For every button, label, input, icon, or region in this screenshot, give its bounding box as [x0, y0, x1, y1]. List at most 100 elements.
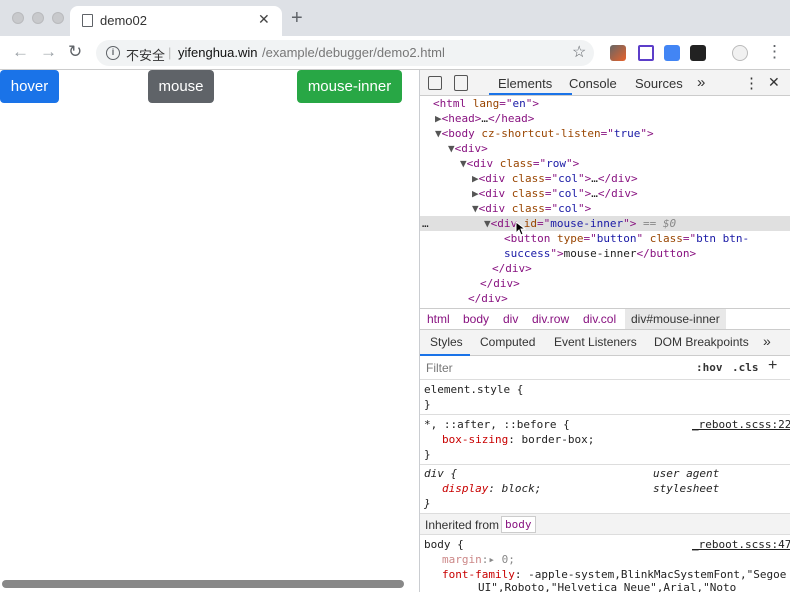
rule-source-link[interactable]: _reboot.scss:22 — [692, 417, 790, 432]
breadcrumb-div-mouse-inner[interactable]: div#mouse-inner — [625, 309, 726, 329]
star-icon[interactable]: ☆ — [572, 42, 586, 62]
tree-row-div-col-3[interactable]: ▼<div class="col"> — [420, 201, 790, 216]
tab-title: demo02 — [100, 13, 147, 28]
devtools-close-icon[interactable]: ✕ — [768, 74, 780, 91]
horizontal-scrollbar[interactable] — [2, 580, 404, 588]
rule-selector[interactable]: element.style { — [424, 382, 790, 397]
expand-arrow-icon[interactable]: ▶ — [472, 172, 479, 185]
extension-translate-icon[interactable] — [664, 45, 680, 61]
inspect-icon[interactable] — [428, 76, 442, 90]
punct: =" — [499, 97, 513, 110]
punct: =" — [682, 232, 697, 245]
attr-name: class — [499, 157, 533, 170]
forward-icon[interactable]: → — [40, 42, 57, 62]
tree-row-button[interactable]: <button type="button" class="btn btn- — [420, 231, 790, 246]
row-menu-icon[interactable]: … — [422, 216, 484, 231]
rule-property[interactable]: box-sizing: border-box; — [442, 432, 790, 447]
rule-close: } — [424, 497, 431, 510]
info-icon[interactable]: i — [106, 46, 120, 60]
property-value[interactable]: :▸ 0; — [482, 553, 515, 566]
rule-source-link[interactable]: _reboot.scss:47 — [692, 537, 790, 552]
property-name[interactable]: margin — [442, 553, 482, 566]
avatar[interactable] — [732, 45, 748, 61]
tab-elements[interactable]: Elements — [498, 76, 552, 91]
property-value-cont[interactable]: UI",Roboto,"Helvetica Neue",Arial,"Noto — [478, 580, 790, 592]
tree-row-div-col-1[interactable]: ▶<div class="col">…</div> — [420, 171, 790, 186]
attr-value: col — [558, 187, 578, 200]
rule-property[interactable]: margin:▸ 0; — [442, 552, 790, 567]
tab-sources[interactable]: Sources — [635, 76, 683, 91]
tab-console[interactable]: Console — [569, 76, 617, 91]
attr-name: type — [556, 232, 584, 245]
property-value[interactable]: : border-box; — [508, 433, 594, 446]
back-icon[interactable]: ← — [12, 42, 29, 62]
close-window-button[interactable] — [12, 12, 24, 24]
tab-computed[interactable]: Computed — [480, 335, 535, 349]
browser-tab[interactable]: demo02 ✕ — [70, 6, 282, 36]
mouse-button[interactable]: mouse — [148, 70, 214, 103]
tree-row-div-col-2[interactable]: ▶<div class="col">…</div> — [420, 186, 790, 201]
page-viewport: hover mouse mouse-inner — [0, 70, 419, 592]
rule-divider — [420, 414, 790, 415]
menu-icon[interactable]: ⋮ — [766, 42, 783, 62]
tree-row-button-cont[interactable]: success">mouse-inner</button> — [420, 246, 790, 261]
cls-toggle[interactable]: .cls — [732, 361, 759, 374]
tree-row-div-row[interactable]: ▼<div class="row"> — [420, 156, 790, 171]
breadcrumb-div-row[interactable]: div.row — [532, 312, 569, 326]
extension-dark-icon[interactable] — [690, 45, 706, 61]
tab-styles[interactable]: Styles — [430, 335, 463, 349]
ellipsis: … — [591, 187, 598, 200]
tree-row-head[interactable]: ▶<head>…</head> — [420, 111, 790, 126]
attr-name: class — [511, 187, 545, 200]
tree-row-close-div[interactable]: </div> — [420, 276, 790, 291]
expand-arrow-icon[interactable]: ▶ — [472, 187, 479, 200]
devtools-menu-icon[interactable]: ⋮ — [744, 74, 759, 92]
property-name[interactable]: box-sizing — [442, 433, 508, 446]
maximize-window-button[interactable] — [52, 12, 64, 24]
mouse-cursor-icon — [515, 221, 526, 236]
tree-row-html[interactable]: <html lang="en"> — [420, 96, 790, 111]
expand-arrow-icon[interactable]: ▼ — [448, 142, 455, 155]
close-icon[interactable]: ✕ — [258, 11, 270, 28]
attr-name: class — [511, 202, 545, 215]
tree-row-div[interactable]: ▼<div> — [420, 141, 790, 156]
minimize-window-button[interactable] — [32, 12, 44, 24]
tab-event-listeners[interactable]: Event Listeners — [554, 335, 637, 349]
reload-icon[interactable]: ↻ — [68, 42, 82, 62]
tree-row-mouse-inner-selected[interactable]: … ▼<div id="mouse-inner"> == $0 — [420, 216, 790, 231]
tab-dom-breakpoints[interactable]: DOM Breakpoints — [654, 335, 749, 349]
more-tabs-icon[interactable]: » — [763, 333, 771, 349]
expand-arrow-icon[interactable]: ▶ — [435, 112, 442, 125]
mouse-inner-button[interactable]: mouse-inner — [297, 70, 402, 103]
punct: "> — [640, 127, 654, 140]
devtools-panel: Elements Console Sources » ⋮ ✕ <html lan… — [420, 70, 790, 592]
url-path: /example/debugger/demo2.html — [262, 45, 445, 60]
punct: =" — [544, 202, 559, 215]
address-bar[interactable]: i 不安全 | yifenghua.win /example/debugger/… — [96, 40, 594, 66]
tree-row-close-div[interactable]: </div> — [420, 261, 790, 276]
expand-arrow-icon[interactable]: ▼ — [435, 127, 442, 140]
breadcrumb-body[interactable]: body — [463, 312, 489, 326]
breadcrumb-div[interactable]: div — [503, 312, 518, 326]
extension-devtools-icon[interactable] — [610, 45, 626, 61]
tree-row-body[interactable]: ▼<body cz-shortcut-listen="true"> — [420, 126, 790, 141]
device-toggle-icon[interactable] — [454, 75, 468, 91]
url-host: yifenghua.win — [178, 45, 258, 60]
styles-rules: element.style { } *, ::after, ::before {… — [420, 380, 790, 592]
new-tab-button[interactable]: + — [291, 7, 303, 30]
expand-arrow-icon[interactable]: ▼ — [484, 217, 491, 230]
inherited-from-body[interactable]: body — [501, 516, 536, 533]
hover-button[interactable]: hover — [0, 70, 59, 103]
expand-arrow-icon[interactable]: ▼ — [472, 202, 479, 215]
tag: </head> — [488, 112, 535, 125]
styles-tabs: Styles Computed Event Listeners DOM Brea… — [420, 330, 790, 356]
breadcrumb-html[interactable]: html — [427, 312, 450, 326]
filter-input[interactable]: Filter — [426, 361, 453, 375]
new-rule-icon[interactable]: + — [768, 357, 777, 375]
tree-row-close-div[interactable]: </div> — [420, 291, 790, 306]
expand-arrow-icon[interactable]: ▼ — [460, 157, 467, 170]
more-tabs-icon[interactable]: » — [697, 74, 705, 91]
hov-toggle[interactable]: :hov — [696, 361, 723, 374]
breadcrumb-div-col[interactable]: div.col — [583, 312, 616, 326]
extension-y-icon[interactable] — [638, 45, 654, 61]
